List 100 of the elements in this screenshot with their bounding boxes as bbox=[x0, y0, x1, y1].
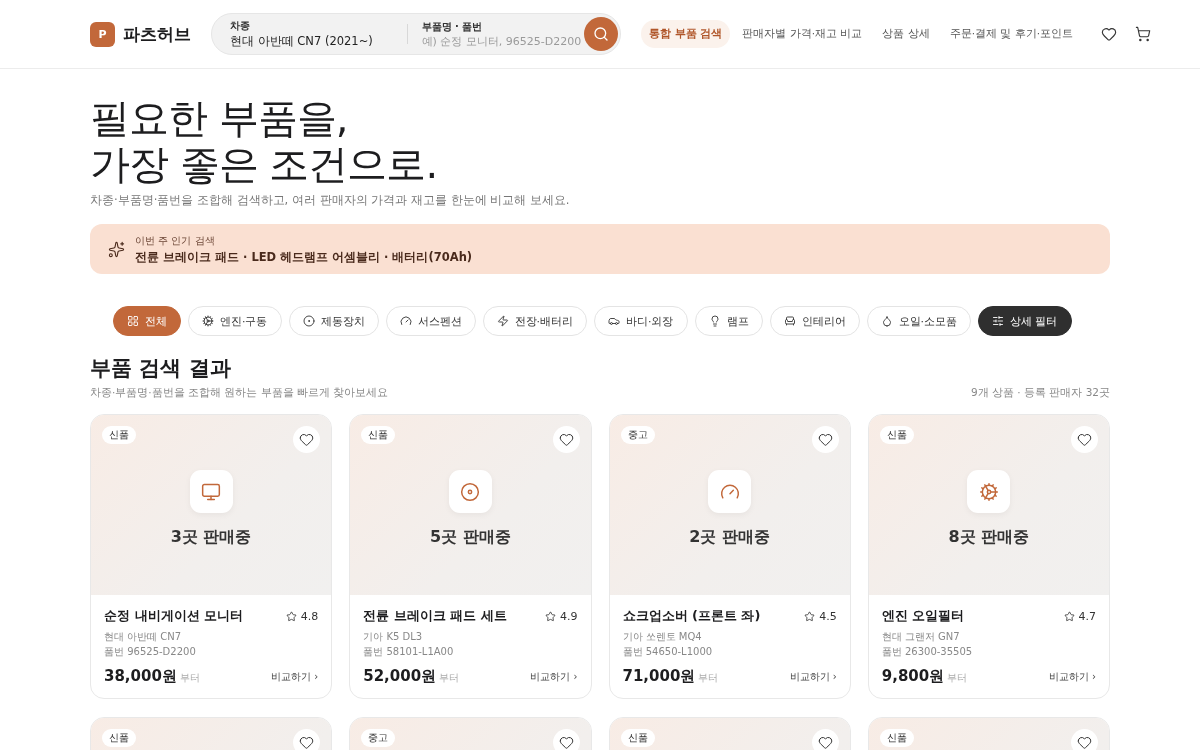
seller-count: 8곳 판매중 bbox=[948, 527, 1030, 548]
rating: 4.8 bbox=[300, 609, 319, 623]
field-label: 부품명 · 품번 bbox=[421, 20, 484, 34]
favorite-button[interactable] bbox=[1071, 426, 1098, 453]
circle-dot-icon bbox=[302, 315, 315, 327]
seller-count: 2곳 판매중 bbox=[689, 527, 770, 548]
condition-badge: 중고 bbox=[361, 729, 396, 747]
gear-icon bbox=[202, 315, 214, 327]
star-icon bbox=[1063, 610, 1075, 622]
logo-text[interactable]: 파츠허브 bbox=[123, 22, 191, 46]
hero-title: 필요한 부품을, 가장 좋은 조건으로. bbox=[90, 95, 439, 187]
price-suffix: 부터 bbox=[947, 671, 968, 685]
price-suffix: 부터 bbox=[698, 671, 719, 685]
heart-icon bbox=[1101, 26, 1118, 42]
price: 71,000원 bbox=[622, 667, 696, 686]
part-number: 품번 26300-35505 bbox=[881, 645, 974, 659]
vehicle-model: 현대 아반떼 CN7 bbox=[104, 630, 183, 644]
part-number: 품번 58101-L1A00 bbox=[363, 645, 455, 659]
category-chip[interactable]: 오일·소모품 bbox=[866, 306, 971, 336]
field-label: 차종 bbox=[230, 19, 251, 33]
category-chip[interactable]: 제동장치 bbox=[288, 306, 379, 336]
logo-mark[interactable]: P bbox=[90, 21, 115, 47]
cart-button[interactable] bbox=[1135, 26, 1152, 42]
favorite-button[interactable] bbox=[811, 729, 839, 750]
condition-badge: 신품 bbox=[102, 729, 136, 747]
compare-link[interactable]: 비교하기 › bbox=[530, 669, 578, 684]
search-icon bbox=[593, 26, 609, 42]
product-card[interactable]: 중고 2곳 판매중 쇼크업소버 (프론트 좌) 4.5 기아 쏘렌토 MQ4 품번 54650-L1000 71,000원 부터 비교하기 › bbox=[608, 414, 851, 699]
category-chip[interactable]: 인테리어 bbox=[769, 306, 860, 336]
lightbulb-icon bbox=[708, 315, 721, 327]
monitor-icon bbox=[201, 481, 222, 502]
condition-badge: 신품 bbox=[879, 729, 914, 747]
condition-badge: 신품 bbox=[361, 426, 396, 444]
favorite-button[interactable] bbox=[811, 426, 839, 453]
favorite-button[interactable] bbox=[552, 729, 580, 750]
star-icon bbox=[545, 610, 556, 622]
part-input[interactable]: 예) 순정 모니터, 96525-D2200 bbox=[421, 35, 584, 48]
product-card[interactable]: 신품 5곳 판매중 전륜 브레이크 패드 세트 4.9 기아 K5 DL3 품번 58101-L1A00 52,000원 부터 비교하기 › bbox=[349, 414, 592, 699]
price: 38,000원 bbox=[104, 667, 177, 686]
gauge-icon bbox=[399, 315, 412, 327]
condition-badge: 신품 bbox=[620, 729, 655, 747]
nav-link[interactable]: 통합 부품 검색 bbox=[641, 20, 731, 48]
nav-link[interactable]: 상품 상세 bbox=[874, 20, 938, 48]
sliders-icon bbox=[992, 315, 1004, 327]
product-card[interactable]: 신품 3곳 판매중 순정 내비게이션 모니터 4.8 현대 아반떼 CN7 품번 96525-D2200 38,000원 부터 비교하기 › bbox=[90, 414, 333, 699]
condition-badge: 중고 bbox=[620, 426, 655, 444]
product-name: 전륜 브레이크 패드 세트 bbox=[363, 607, 507, 625]
filter-button[interactable]: 상세 필터 bbox=[978, 306, 1072, 336]
favorite-button[interactable] bbox=[293, 426, 321, 453]
favorite-button[interactable] bbox=[293, 729, 321, 750]
category-chip[interactable]: 서스펜션 bbox=[385, 306, 476, 336]
nav-link[interactable]: 판매자별 가격·재고 비교 bbox=[734, 20, 871, 48]
product-card[interactable]: 신품 bbox=[867, 717, 1110, 750]
grid-icon bbox=[127, 315, 139, 327]
trending-label: 이번 주 인기 검색 bbox=[135, 233, 216, 248]
vehicle-model: 현대 그랜저 GN7 bbox=[881, 630, 961, 644]
star-icon bbox=[285, 610, 297, 622]
result-count: 9개 상품 · 등록 판매자 32곳 bbox=[970, 386, 1110, 400]
compare-link[interactable]: 비교하기 › bbox=[1048, 669, 1096, 684]
product-card[interactable]: 신품 bbox=[90, 717, 333, 750]
heart-icon bbox=[817, 432, 833, 447]
nav-link[interactable]: 주문·결제 및 후기·포인트 bbox=[941, 20, 1082, 48]
category-chip[interactable]: 전장·배터리 bbox=[482, 306, 587, 336]
category-chip[interactable]: 바디·외장 bbox=[594, 306, 688, 336]
lightning-icon bbox=[496, 315, 509, 327]
category-chip[interactable]: 엔진·구동 bbox=[188, 306, 282, 336]
seller-count: 3곳 판매중 bbox=[170, 527, 252, 548]
product-card[interactable]: 신품 bbox=[608, 717, 851, 750]
compare-link[interactable]: 비교하기 › bbox=[271, 669, 319, 684]
cart-icon bbox=[1135, 26, 1152, 42]
rating: 4.9 bbox=[560, 609, 578, 623]
category-chip[interactable]: 전체 bbox=[113, 306, 181, 336]
trending-text: 전륜 브레이크 패드 · LED 헤드램프 어셈블리 · 배터리(70Ah) bbox=[135, 249, 473, 265]
heart-icon bbox=[558, 432, 574, 447]
compare-link[interactable]: 비교하기 › bbox=[789, 669, 837, 684]
heart-icon bbox=[1077, 735, 1092, 750]
vehicle-model: 기아 쏘렌토 MQ4 bbox=[622, 630, 703, 644]
heart-icon bbox=[558, 735, 574, 750]
disc-icon bbox=[460, 481, 481, 502]
price-suffix: 부터 bbox=[439, 671, 460, 685]
hero-subtitle: 차종·부품명·품번을 조합해 검색하고, 여러 판매자의 가격과 재고를 한눈에 비교해 보세요. bbox=[90, 193, 571, 208]
heart-icon bbox=[299, 432, 315, 447]
vehicle-select[interactable]: 현대 아반떼 CN7 (2021~) bbox=[230, 34, 393, 49]
rating: 4.7 bbox=[1078, 609, 1096, 623]
section-subtitle: 차종·부품명·품번을 조합해 원하는 부품을 빠르게 찾아보세요 bbox=[90, 386, 389, 400]
product-card[interactable]: 중고 bbox=[349, 717, 592, 750]
product-card[interactable]: 신품 8곳 판매중 엔진 오일필터 4.7 현대 그랜저 GN7 품번 26300-35505 9,800원 부터 비교하기 › bbox=[867, 414, 1110, 699]
favorite-button[interactable] bbox=[1071, 729, 1098, 750]
favorite-button[interactable] bbox=[552, 426, 580, 453]
wishlist-button[interactable] bbox=[1101, 26, 1118, 42]
condition-badge: 신품 bbox=[102, 426, 136, 444]
heart-icon bbox=[817, 735, 833, 750]
category-chip[interactable]: 램프 bbox=[694, 306, 763, 336]
heart-icon bbox=[1077, 432, 1092, 447]
star-icon bbox=[804, 610, 816, 622]
product-name: 순정 내비게이션 모니터 bbox=[104, 607, 244, 625]
seller-count: 5곳 판매중 bbox=[430, 527, 511, 548]
search-button[interactable] bbox=[584, 17, 618, 51]
sparkle-icon bbox=[108, 240, 125, 258]
part-number: 품번 96525-D2200 bbox=[104, 645, 197, 659]
